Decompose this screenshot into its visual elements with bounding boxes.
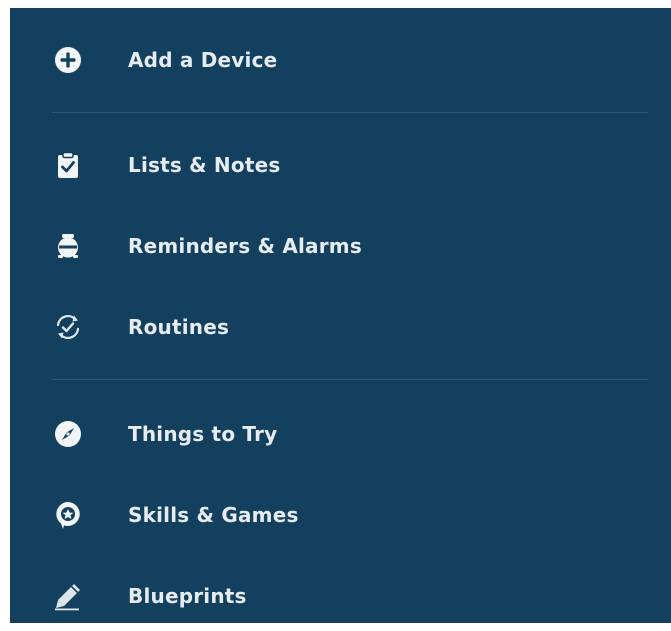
menu-item-skills-and-games[interactable]: Skills & Games [10, 480, 671, 550]
plus-circle-icon [48, 40, 88, 80]
menu-item-label: Routines [128, 315, 230, 339]
menu-item-label: Blueprints [128, 584, 247, 608]
menu-item-things-to-try[interactable]: Things to Try [10, 399, 671, 469]
menu-item-label: Reminders & Alarms [128, 234, 362, 258]
menu-item-label: Add a Device [128, 48, 278, 72]
clipboard-check-icon [48, 145, 88, 185]
alarm-clock-icon [48, 226, 88, 266]
navigation-menu-panel: Add a Device Lists & Notes Reminders & A… [10, 8, 671, 623]
compass-icon [48, 414, 88, 454]
menu-item-add-a-device[interactable]: Add a Device [10, 25, 671, 95]
pencil-icon [48, 576, 88, 616]
menu-item-routines[interactable]: Routines [10, 292, 671, 362]
menu-item-label: Things to Try [128, 422, 278, 446]
menu-item-reminders-and-alarms[interactable]: Reminders & Alarms [10, 211, 671, 281]
menu-item-lists-and-notes[interactable]: Lists & Notes [10, 130, 671, 200]
menu-divider [52, 112, 648, 113]
menu-item-label: Lists & Notes [128, 153, 281, 177]
menu-divider [52, 379, 648, 380]
skills-bubble-icon [48, 495, 88, 535]
menu-item-label: Skills & Games [128, 503, 299, 527]
routine-check-icon [48, 307, 88, 347]
menu-item-blueprints[interactable]: Blueprints [10, 561, 671, 631]
